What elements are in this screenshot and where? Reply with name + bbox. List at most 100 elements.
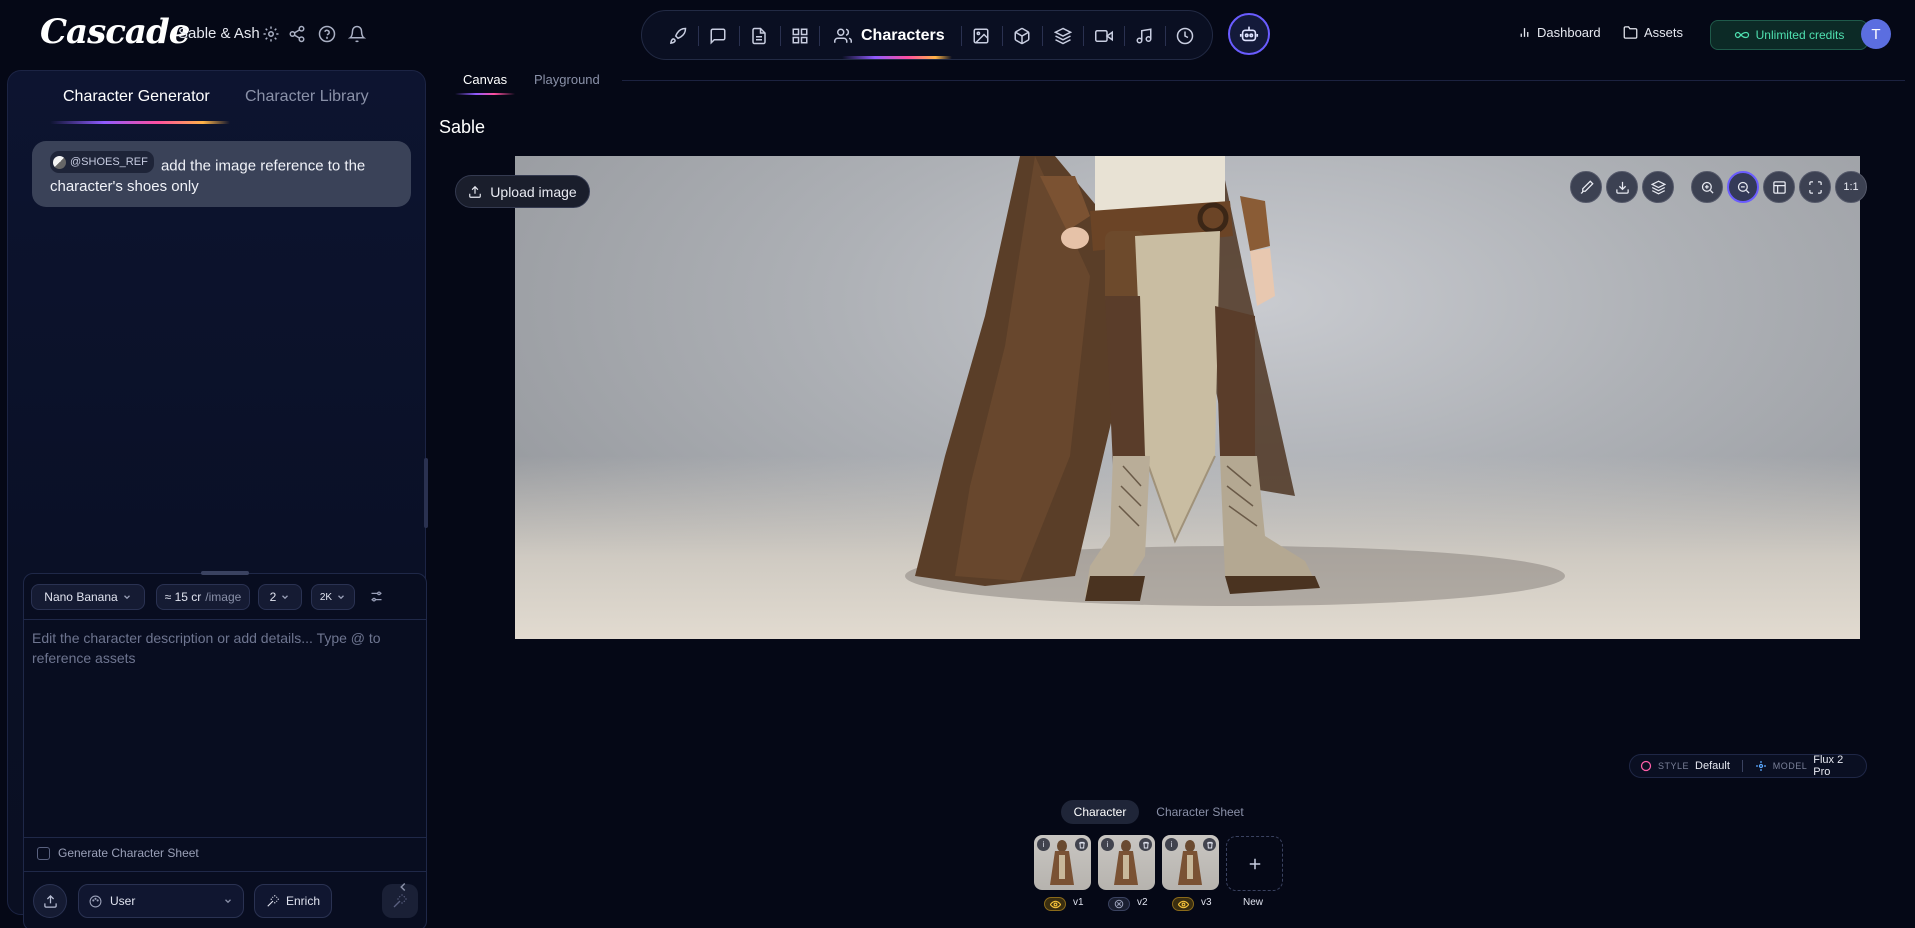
history-icon[interactable] bbox=[1174, 25, 1196, 47]
tab-character[interactable]: Character bbox=[1061, 800, 1139, 824]
avatar[interactable]: T bbox=[1861, 19, 1891, 49]
new-version-button[interactable] bbox=[1226, 836, 1283, 891]
active-tab-indicator bbox=[50, 121, 230, 124]
assistant-icon[interactable] bbox=[1228, 13, 1270, 55]
prompt-composer: Nano Banana ≈ 15 cr /image 2 2K Edit the… bbox=[23, 571, 427, 928]
info-icon[interactable]: i bbox=[1037, 838, 1050, 851]
tab-character-sheet[interactable]: Character Sheet bbox=[1149, 800, 1251, 824]
tab-characters[interactable]: Characters bbox=[834, 19, 945, 53]
share-icon[interactable] bbox=[288, 25, 306, 43]
video-icon[interactable] bbox=[1093, 25, 1115, 47]
divider bbox=[622, 80, 1905, 81]
credits-badge[interactable]: Unlimited credits bbox=[1710, 20, 1868, 50]
version-thumbnail[interactable]: i bbox=[1162, 835, 1219, 890]
trash-icon[interactable] bbox=[1139, 838, 1152, 851]
version-label: v2 bbox=[1137, 897, 1148, 908]
top-bar: Cascade Sable & Ash Characters Dashboard… bbox=[0, 0, 1915, 68]
user-select-value: User bbox=[110, 894, 136, 908]
trash-icon[interactable] bbox=[1075, 838, 1088, 851]
tool-separator bbox=[1042, 26, 1043, 46]
zoom-in-icon[interactable] bbox=[1691, 171, 1723, 203]
eye-icon[interactable] bbox=[1044, 897, 1066, 911]
upload-image-label: Upload image bbox=[490, 183, 577, 200]
rocket-icon[interactable] bbox=[667, 25, 689, 47]
project-name[interactable]: Sable & Ash bbox=[178, 25, 260, 42]
cube-icon[interactable] bbox=[1011, 25, 1033, 47]
grid-icon[interactable] bbox=[789, 25, 811, 47]
tab-characters-label: Characters bbox=[861, 27, 945, 44]
model-value: Flux 2 Pro bbox=[1813, 754, 1844, 778]
magic-wand-icon bbox=[392, 893, 408, 909]
resize-handle[interactable] bbox=[201, 571, 249, 575]
eye-off-icon[interactable] bbox=[1108, 897, 1130, 911]
style-model-info[interactable]: STYLE Default MODEL Flux 2 Pro bbox=[1629, 754, 1867, 778]
upload-image-button[interactable]: Upload image bbox=[455, 175, 590, 208]
info-icon[interactable]: i bbox=[1101, 838, 1114, 851]
model-select[interactable]: Nano Banana bbox=[31, 584, 145, 610]
dashboard-link[interactable]: Dashboard bbox=[1518, 25, 1601, 40]
settings-sliders-icon[interactable] bbox=[369, 589, 384, 604]
brush-icon[interactable] bbox=[1570, 171, 1602, 203]
resolution-select[interactable]: 2K bbox=[311, 584, 355, 610]
version-label: v1 bbox=[1073, 897, 1084, 908]
layers-icon[interactable] bbox=[1642, 171, 1674, 203]
zoom-out-icon[interactable] bbox=[1727, 171, 1759, 203]
music-icon[interactable] bbox=[1133, 25, 1155, 47]
tool-separator bbox=[698, 26, 699, 46]
fullscreen-icon[interactable] bbox=[1799, 171, 1831, 203]
character-illustration bbox=[905, 156, 1565, 606]
image-count-value: 2 bbox=[269, 590, 277, 604]
magic-wand-icon bbox=[266, 894, 280, 908]
divider bbox=[24, 619, 426, 620]
chevron-down-icon bbox=[122, 592, 132, 602]
divider bbox=[24, 871, 426, 872]
reference-chip[interactable]: @SHOES_REF bbox=[50, 151, 154, 173]
assets-label: Assets bbox=[1644, 25, 1684, 40]
download-icon[interactable] bbox=[1606, 171, 1638, 203]
layout-icon[interactable] bbox=[1763, 171, 1795, 203]
plus-icon bbox=[1246, 855, 1264, 873]
character-sheet-checkbox[interactable] bbox=[37, 847, 50, 860]
user-select[interactable]: User bbox=[78, 884, 244, 918]
palette-icon bbox=[89, 895, 102, 908]
tab-character-generator[interactable]: Character Generator bbox=[63, 88, 210, 106]
eye-icon[interactable] bbox=[1172, 897, 1194, 911]
enrich-button[interactable]: Enrich bbox=[254, 884, 332, 918]
dashboard-label: Dashboard bbox=[1537, 25, 1601, 40]
image-icon[interactable] bbox=[970, 25, 992, 47]
tool-separator bbox=[1002, 26, 1003, 46]
layers-icon[interactable] bbox=[1052, 25, 1074, 47]
credits-label: Unlimited credits bbox=[1755, 28, 1845, 42]
active-tab-indicator bbox=[455, 93, 515, 95]
style-value: Default bbox=[1695, 760, 1730, 772]
tab-canvas[interactable]: Canvas bbox=[463, 72, 507, 87]
info-icon[interactable]: i bbox=[1165, 838, 1178, 851]
tool-separator bbox=[1083, 26, 1084, 46]
prompt-input[interactable] bbox=[32, 628, 420, 828]
version-thumbnail[interactable]: i bbox=[1098, 835, 1155, 890]
zoom-reset-button[interactable]: 1:1 bbox=[1835, 171, 1867, 203]
bell-icon[interactable] bbox=[348, 25, 366, 43]
tab-playground[interactable]: Playground bbox=[534, 72, 600, 87]
assets-link[interactable]: Assets bbox=[1623, 25, 1683, 40]
help-icon[interactable] bbox=[318, 25, 336, 43]
cost-estimate: ≈ 15 cr /image bbox=[156, 584, 250, 610]
gear-icon[interactable] bbox=[262, 25, 280, 43]
upload-icon bbox=[43, 894, 58, 909]
upload-button[interactable] bbox=[33, 884, 67, 918]
tab-character-library[interactable]: Character Library bbox=[245, 88, 369, 106]
image-count-select[interactable]: 2 bbox=[258, 584, 302, 610]
app-logo[interactable]: Cascade bbox=[40, 12, 190, 52]
chevron-left-icon[interactable] bbox=[396, 880, 410, 894]
chat-icon[interactable] bbox=[707, 25, 729, 47]
divider bbox=[1741, 760, 1743, 772]
version-thumbnail[interactable]: i bbox=[1034, 835, 1091, 890]
scrollbar[interactable] bbox=[424, 458, 428, 528]
trash-icon[interactable] bbox=[1203, 838, 1216, 851]
chevron-down-icon bbox=[336, 592, 346, 602]
character-sheet-label: Generate Character Sheet bbox=[58, 846, 199, 860]
document-icon[interactable] bbox=[748, 25, 770, 47]
chevron-down-icon bbox=[280, 592, 290, 602]
character-image[interactable] bbox=[515, 156, 1860, 639]
tool-separator bbox=[1165, 26, 1166, 46]
